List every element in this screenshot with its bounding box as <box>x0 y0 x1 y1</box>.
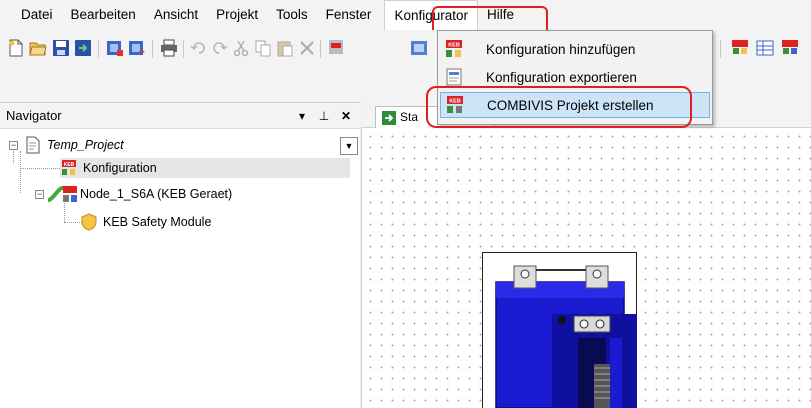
svg-text:KEB: KEB <box>64 162 75 168</box>
keb-config-icon[interactable] <box>328 39 346 57</box>
navigator-dropdown-button[interactable]: ▼ <box>340 137 358 155</box>
close-icon[interactable]: ✕ <box>338 109 354 123</box>
export-icon <box>446 68 462 86</box>
device-export-icon[interactable] <box>128 39 146 57</box>
save-transfer-icon[interactable] <box>74 39 92 57</box>
keb-config-add-icon: KEB <box>446 40 462 57</box>
tab-label: Sta <box>400 110 419 124</box>
save-icon[interactable] <box>52 39 70 57</box>
menu-hilfe[interactable]: Hilfe <box>478 0 523 30</box>
keb-config-icon[interactable] <box>731 39 749 57</box>
toolbar-separator <box>183 40 184 58</box>
component-icon[interactable] <box>410 39 428 57</box>
tree-item-project[interactable]: Temp_Project <box>24 135 124 155</box>
undo-icon[interactable] <box>190 39 208 57</box>
pin-icon[interactable]: ⊥ <box>316 109 332 123</box>
menu-item-export-configuration[interactable]: Konfiguration exportieren <box>440 64 710 90</box>
redo-icon[interactable] <box>210 39 228 57</box>
print-icon[interactable] <box>160 39 178 57</box>
menu-datei[interactable]: Datei <box>12 0 62 30</box>
delete-icon[interactable] <box>298 39 316 57</box>
expand-toggle[interactable]: − <box>9 141 18 150</box>
new-file-icon[interactable] <box>7 39 25 57</box>
toolbar-separator <box>98 40 99 58</box>
tree-connector <box>13 151 14 163</box>
menu-ansicht[interactable]: Ansicht <box>145 0 207 30</box>
menu-item-label: COMBIVIS Projekt erstellen <box>487 97 654 113</box>
tree-connector <box>20 151 21 193</box>
tree-item-configuration[interactable]: KEB Konfiguration <box>60 158 350 178</box>
tree-item-safety-module[interactable]: KEB Safety Module <box>80 212 211 232</box>
combivis-project-icon: KEB <box>447 96 463 113</box>
configuration-label: Konfiguration <box>83 161 157 175</box>
start-page-icon <box>382 111 396 125</box>
toolbar-separator <box>152 40 153 58</box>
menu-item-add-configuration[interactable]: KEB Konfiguration hinzufügen <box>440 36 710 62</box>
network-node-icon <box>48 186 77 202</box>
panel-menu-icon[interactable]: ▾ <box>294 109 310 123</box>
navigator-title: Navigator <box>6 108 62 123</box>
toolbar-separator <box>720 40 721 58</box>
menu-bar: Datei Bearbeiten Ansicht Projekt Tools F… <box>0 0 811 30</box>
menu-item-label: Konfiguration exportieren <box>486 69 637 85</box>
svg-text:KEB: KEB <box>448 43 460 49</box>
menu-projekt[interactable]: Projekt <box>207 0 267 30</box>
keb-config-icon: KEB <box>62 160 76 175</box>
menu-konfigurator[interactable]: Konfigurator <box>384 0 478 30</box>
node-label: Node_1_S6A (KEB Geraet) <box>80 187 233 201</box>
tree-item-node[interactable]: Node_1_S6A (KEB Geraet) <box>48 184 232 204</box>
keb-module-icon[interactable] <box>781 39 799 57</box>
svg-text:KEB: KEB <box>449 99 461 105</box>
cut-icon[interactable] <box>232 39 250 57</box>
menu-tools[interactable]: Tools <box>267 0 317 30</box>
safety-module-label: KEB Safety Module <box>103 215 212 229</box>
konfigurator-dropdown: KEB Konfiguration hinzufügen Konfigurati… <box>437 30 713 125</box>
navigator-header: Navigator ▾ ⊥ ✕ <box>0 103 360 129</box>
expand-toggle[interactable]: − <box>35 190 44 199</box>
shield-icon <box>81 213 97 231</box>
open-folder-icon[interactable] <box>29 39 47 57</box>
menu-fenster[interactable]: Fenster <box>317 0 381 30</box>
project-icon <box>26 136 40 154</box>
device-config-icon[interactable] <box>106 39 124 57</box>
menu-item-create-combivis-project[interactable]: KEB COMBIVIS Projekt erstellen <box>440 92 710 118</box>
drive-device-image <box>495 265 637 408</box>
copy-icon[interactable] <box>254 39 272 57</box>
menu-bearbeiten[interactable]: Bearbeiten <box>62 0 145 30</box>
project-name: Temp_Project <box>47 138 124 152</box>
paste-icon[interactable] <box>276 39 294 57</box>
menu-item-label: Konfiguration hinzufügen <box>486 41 636 57</box>
table-icon[interactable] <box>756 39 774 57</box>
toolbar-separator <box>320 40 321 58</box>
